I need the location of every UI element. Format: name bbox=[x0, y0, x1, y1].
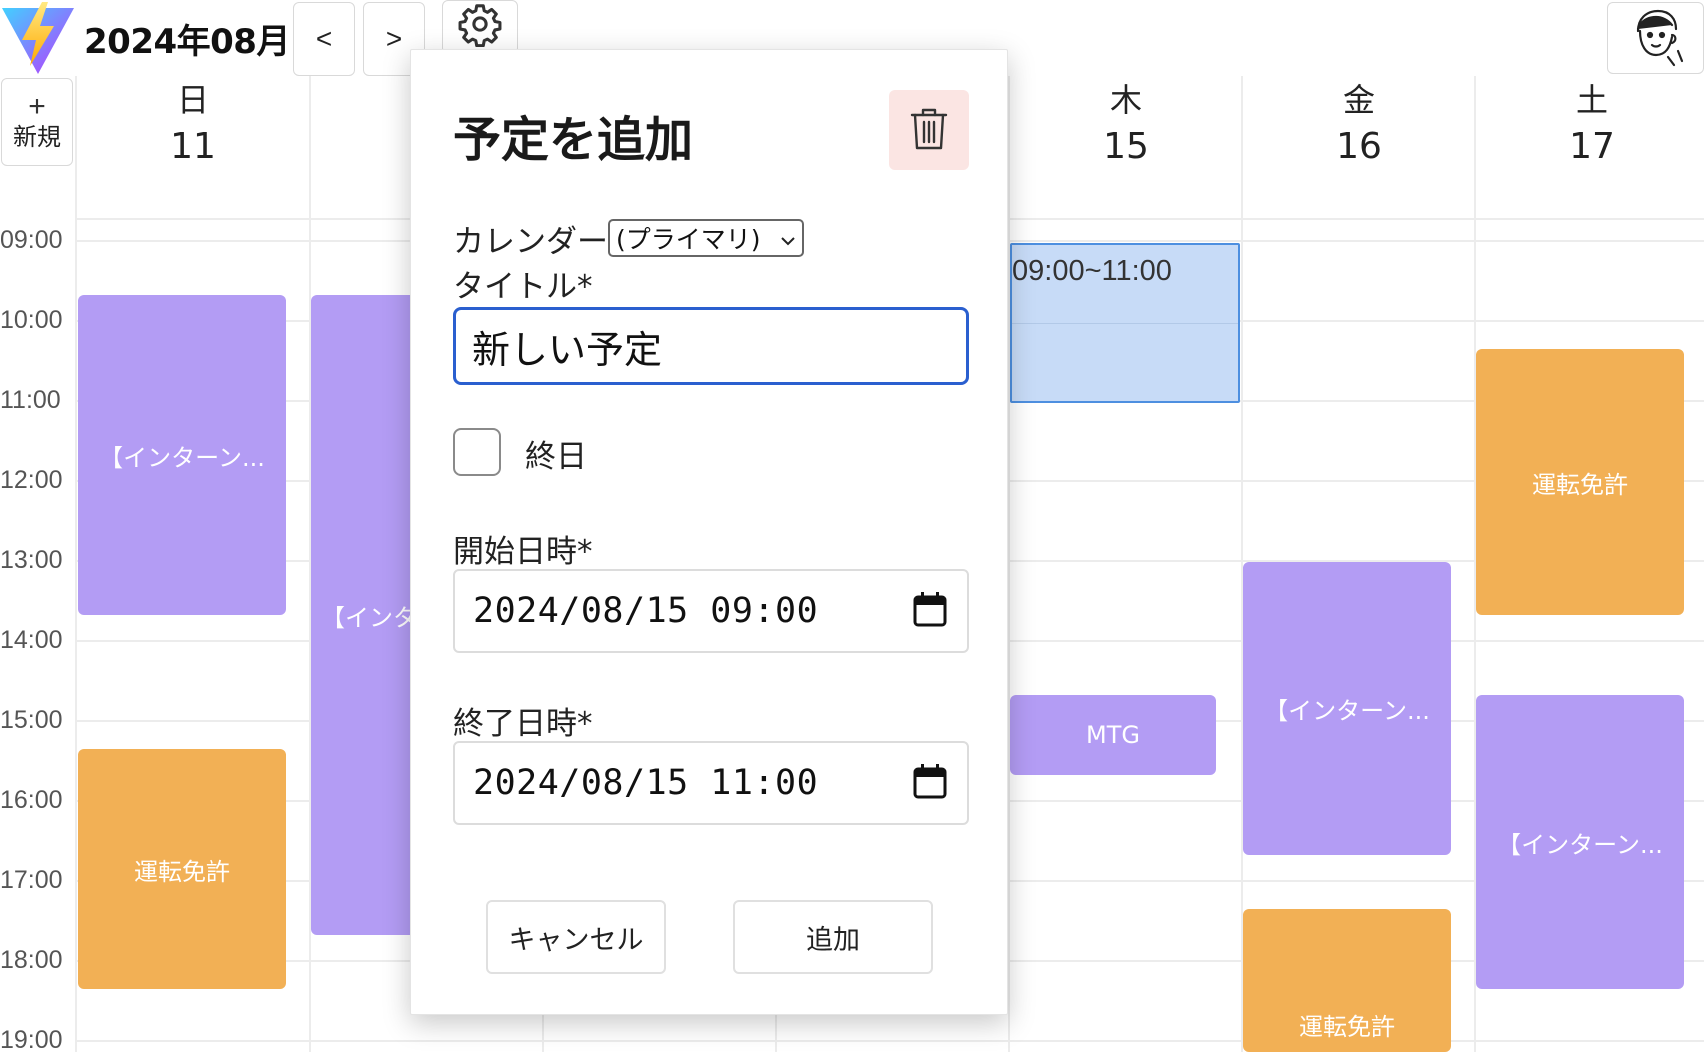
day-of-week: 木 bbox=[1109, 81, 1142, 119]
time-label: 13:00 bbox=[0, 546, 63, 574]
event-title: 【インタ bbox=[321, 603, 417, 632]
month-title: 2024年08月 bbox=[84, 22, 290, 62]
selected-time-slot[interactable]: 09:00~11:00 bbox=[1010, 243, 1240, 403]
grid-vline bbox=[75, 76, 77, 1052]
time-label: 09:00 bbox=[0, 226, 63, 254]
calendar-event[interactable]: 運転免許 bbox=[78, 749, 286, 989]
calendar-icon[interactable] bbox=[913, 591, 947, 631]
time-label: 11:00 bbox=[0, 386, 61, 414]
end-label: 終了日時* bbox=[453, 706, 593, 742]
all-day-label: 終日 bbox=[525, 439, 587, 475]
prev-month-button[interactable]: < bbox=[293, 2, 355, 76]
time-label: 16:00 bbox=[0, 786, 63, 814]
day-header[interactable]: 日 11 bbox=[77, 80, 309, 172]
app-logo bbox=[0, 0, 76, 76]
add-event-dialog: 予定を追加 カレンダー (プライマリ) タイトル* 終日 開始日時* 2024/… bbox=[410, 49, 1008, 1015]
user-avatar-icon bbox=[1624, 5, 1688, 72]
gear-icon bbox=[457, 1, 503, 54]
event-title: 【インターン... bbox=[1264, 697, 1430, 725]
day-number: 11 bbox=[170, 126, 216, 167]
time-label: 19:00 bbox=[0, 1026, 63, 1052]
start-label: 開始日時* bbox=[453, 534, 593, 570]
event-title: 運転免許 bbox=[134, 857, 230, 886]
day-header[interactable]: 土 17 bbox=[1476, 80, 1704, 172]
new-event-button[interactable]: + 新規 bbox=[1, 78, 73, 166]
title-label: タイトル* bbox=[453, 269, 593, 305]
delete-button[interactable] bbox=[889, 90, 969, 170]
time-label: 17:00 bbox=[0, 866, 63, 894]
day-of-week: 日 bbox=[176, 81, 209, 119]
title-input[interactable] bbox=[453, 307, 969, 385]
calendar-event[interactable]: 【インターン... bbox=[1476, 695, 1684, 989]
day-of-week: 土 bbox=[1575, 81, 1608, 119]
time-label: 10:00 bbox=[0, 306, 63, 334]
grid-vline bbox=[1241, 76, 1243, 1052]
cancel-button[interactable]: キャンセル bbox=[486, 900, 666, 974]
calendar-select[interactable]: (プライマリ) bbox=[608, 219, 804, 257]
calendar-event[interactable]: 【インターン... bbox=[78, 295, 286, 615]
event-title: 運転免許 bbox=[1532, 470, 1628, 499]
new-event-label: 新規 bbox=[13, 124, 61, 151]
time-label: 15:00 bbox=[0, 706, 63, 734]
event-title: 運転免許 bbox=[1299, 1013, 1395, 1041]
event-title: 【インターン... bbox=[99, 443, 265, 472]
event-title: MTG bbox=[1086, 721, 1140, 749]
day-header[interactable]: 木 15 bbox=[1010, 80, 1242, 172]
start-datetime-input[interactable]: 2024/08/15 09:00 bbox=[453, 569, 969, 653]
plus-icon: + bbox=[28, 90, 46, 123]
trash-icon bbox=[909, 106, 949, 155]
calendar-event[interactable]: 運転免許 bbox=[1243, 909, 1451, 1052]
grid-vline bbox=[1008, 76, 1010, 1052]
day-number: 16 bbox=[1336, 126, 1382, 167]
slot-divider bbox=[1012, 323, 1238, 324]
calendar-event[interactable]: 【インターン... bbox=[1243, 562, 1451, 855]
start-datetime-value: 2024/08/15 09:00 bbox=[473, 591, 819, 631]
day-number: 17 bbox=[1569, 126, 1615, 167]
all-day-checkbox[interactable] bbox=[453, 428, 501, 476]
add-button[interactable]: 追加 bbox=[733, 900, 933, 974]
day-number: 15 bbox=[1103, 126, 1149, 167]
user-avatar-button[interactable] bbox=[1607, 2, 1704, 74]
time-label: 14:00 bbox=[0, 626, 63, 654]
time-label: 12:00 bbox=[0, 466, 63, 494]
calendar-label: カレンダー bbox=[453, 224, 608, 260]
grid-hline bbox=[76, 1040, 1704, 1042]
calendar-event[interactable]: MTG bbox=[1010, 695, 1216, 775]
day-of-week: 金 bbox=[1342, 81, 1375, 119]
time-label: 18:00 bbox=[0, 946, 63, 974]
calendar-select-value: (プライマリ) bbox=[616, 225, 761, 254]
day-header[interactable]: 金 16 bbox=[1243, 80, 1475, 172]
settings-button[interactable] bbox=[442, 0, 518, 54]
event-title: 【インターン... bbox=[1497, 830, 1663, 859]
end-datetime-input[interactable]: 2024/08/15 11:00 bbox=[453, 741, 969, 825]
calendar-event[interactable]: 運転免許 bbox=[1476, 349, 1684, 615]
calendar-icon[interactable] bbox=[913, 763, 947, 803]
selected-slot-time: 09:00~11:00 bbox=[1012, 255, 1172, 287]
dialog-title: 予定を追加 bbox=[453, 112, 694, 168]
chevron-down-icon bbox=[780, 224, 796, 253]
end-datetime-value: 2024/08/15 11:00 bbox=[473, 763, 819, 803]
